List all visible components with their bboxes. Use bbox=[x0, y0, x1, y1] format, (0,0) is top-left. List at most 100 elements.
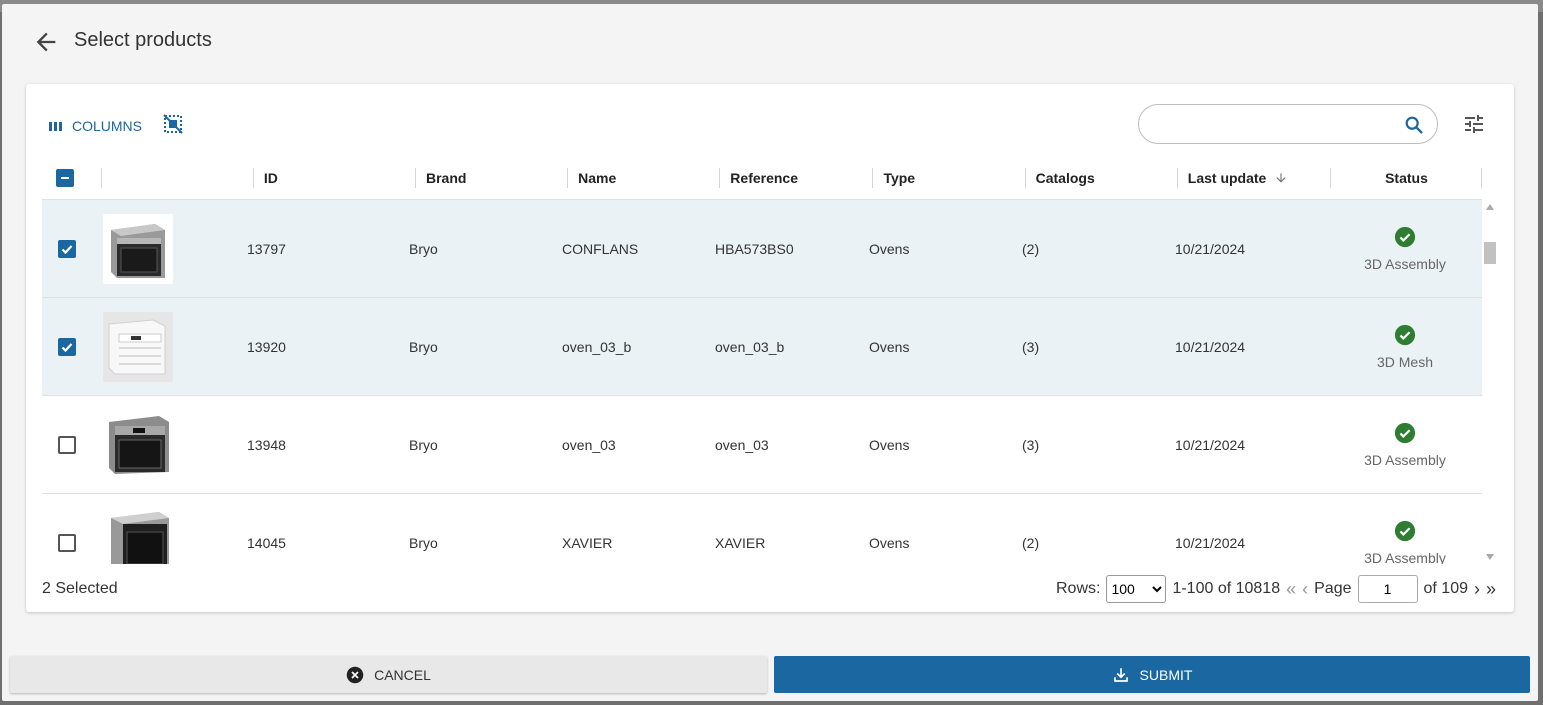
cell-catalogs: (3) bbox=[1022, 298, 1175, 396]
cell-brand: Bryo bbox=[409, 396, 562, 494]
select-products-dialog: Select products COLUMNS ID Brand Name Re… bbox=[2, 4, 1538, 701]
prev-page-icon[interactable]: ‹ bbox=[1302, 579, 1308, 600]
cell-type: Ovens bbox=[869, 298, 1022, 396]
page-total: of 109 bbox=[1423, 580, 1468, 597]
scrollbar-thumb[interactable] bbox=[1484, 242, 1496, 264]
cell-name-text: CONFLANS bbox=[562, 241, 639, 257]
cell-last-update-text: 10/21/2024 bbox=[1175, 241, 1246, 257]
first-page-icon[interactable]: « bbox=[1286, 579, 1296, 600]
cell-last-update: 10/21/2024 bbox=[1175, 494, 1329, 564]
image-column-header bbox=[102, 156, 255, 200]
selected-count: 2 Selected bbox=[42, 580, 118, 597]
table-row[interactable]: 14045 Bryo XAVIER XAVIER Ovens (2) 10/21… bbox=[42, 494, 1482, 564]
table-body: 13797 Bryo CONFLANS HBA573BS0 Ovens (2) … bbox=[42, 200, 1482, 564]
scroll-up-icon[interactable] bbox=[1486, 204, 1494, 210]
scroll-down-icon[interactable] bbox=[1486, 554, 1494, 560]
status-ok-icon bbox=[1394, 422, 1416, 444]
cell-id: 14045 bbox=[247, 494, 409, 564]
cell-brand-text: Bryo bbox=[409, 241, 438, 257]
column-header-id[interactable]: ID bbox=[254, 156, 417, 200]
deselect-all-icon[interactable] bbox=[162, 113, 184, 135]
cell-name: oven_03_b bbox=[562, 298, 715, 396]
cell-id-text: 13920 bbox=[247, 339, 286, 355]
row-select-cell bbox=[42, 494, 102, 564]
table-footer: 2 Selected Rows: 100 1-100 of 10818 « ‹ … bbox=[26, 572, 1514, 608]
cell-name: XAVIER bbox=[562, 494, 715, 564]
cell-last-update-text: 10/21/2024 bbox=[1175, 437, 1246, 453]
table-scrollbar[interactable] bbox=[1482, 200, 1498, 564]
search-icon[interactable] bbox=[1403, 114, 1425, 136]
range-text: 1-100 of 10818 bbox=[1172, 580, 1281, 597]
cell-catalogs-text: (3) bbox=[1022, 339, 1040, 355]
cell-type-text: Ovens bbox=[869, 437, 910, 453]
cell-type: Ovens bbox=[869, 200, 1022, 298]
column-header-catalogs[interactable]: Catalogs bbox=[1026, 156, 1178, 200]
cell-id-text: 13797 bbox=[247, 241, 286, 257]
cell-reference: XAVIER bbox=[715, 494, 869, 564]
status-label: 3D Assembly bbox=[1364, 550, 1446, 564]
cell-catalogs: (2) bbox=[1022, 200, 1175, 298]
cell-type-text: Ovens bbox=[869, 339, 910, 355]
submit-button[interactable]: SUBMIT bbox=[774, 656, 1530, 693]
product-thumbnail-oven-white bbox=[103, 312, 173, 382]
column-header-type[interactable]: Type bbox=[873, 156, 1026, 200]
table-row[interactable]: 13948 Bryo oven_03 oven_03 Ovens (3) 10/… bbox=[42, 396, 1482, 494]
cell-type-text: Ovens bbox=[869, 535, 910, 551]
cell-reference: HBA573BS0 bbox=[715, 200, 869, 298]
row-checkbox[interactable] bbox=[58, 338, 76, 356]
cell-type-text: Ovens bbox=[869, 241, 910, 257]
cell-reference-text: oven_03 bbox=[715, 437, 769, 453]
status-ok-icon bbox=[1394, 226, 1416, 248]
next-page-icon[interactable]: › bbox=[1474, 579, 1480, 600]
cell-brand: Bryo bbox=[409, 298, 562, 396]
search-input[interactable] bbox=[1153, 113, 1393, 135]
columns-button[interactable]: COLUMNS bbox=[48, 115, 142, 137]
product-thumbnail-oven-steel bbox=[103, 214, 173, 284]
row-select-cell bbox=[42, 396, 102, 494]
cancel-label: CANCEL bbox=[374, 666, 431, 683]
column-header-name[interactable]: Name bbox=[568, 156, 721, 200]
cell-brand: Bryo bbox=[409, 494, 562, 564]
cell-status: 3D Assembly bbox=[1329, 200, 1481, 298]
row-checkbox[interactable] bbox=[58, 240, 76, 258]
cell-name-text: oven_03_b bbox=[562, 339, 632, 355]
table-row[interactable]: 13797 Bryo CONFLANS HBA573BS0 Ovens (2) … bbox=[42, 200, 1482, 298]
cell-last-update: 10/21/2024 bbox=[1175, 298, 1329, 396]
last-update-label: Last update bbox=[1187, 170, 1267, 186]
product-thumbnail-oven-dark bbox=[103, 508, 173, 564]
cell-last-update: 10/21/2024 bbox=[1175, 200, 1329, 298]
column-header-reference[interactable]: Reference bbox=[720, 156, 874, 200]
row-checkbox[interactable] bbox=[58, 436, 76, 454]
last-page-icon[interactable]: » bbox=[1486, 579, 1496, 600]
select-all-checkbox[interactable] bbox=[56, 169, 74, 187]
page-label: Page bbox=[1314, 580, 1352, 597]
cell-catalogs: (3) bbox=[1022, 396, 1175, 494]
page-number-input[interactable] bbox=[1357, 575, 1418, 603]
back-arrow-icon[interactable] bbox=[32, 28, 60, 56]
cell-reference-text: XAVIER bbox=[715, 535, 766, 551]
pagination: Rows: 100 1-100 of 10818 « ‹ Page of 109… bbox=[1056, 574, 1496, 604]
products-table-card: COLUMNS ID Brand Name Reference Type Cat… bbox=[26, 84, 1514, 612]
rows-per-page-select[interactable]: 100 bbox=[1106, 575, 1167, 603]
cell-type: Ovens bbox=[869, 396, 1022, 494]
cell-catalogs-text: (2) bbox=[1022, 535, 1040, 551]
cell-last-update: 10/21/2024 bbox=[1175, 396, 1329, 494]
row-checkbox[interactable] bbox=[58, 534, 76, 552]
thumbnail-cell bbox=[102, 396, 247, 494]
cell-name: oven_03 bbox=[562, 396, 715, 494]
table-row[interactable]: 13920 Bryo oven_03_b oven_03_b Ovens (3)… bbox=[42, 298, 1482, 396]
cell-status: 3D Mesh bbox=[1329, 298, 1481, 396]
cell-catalogs-text: (2) bbox=[1022, 241, 1040, 257]
column-header-status[interactable]: Status bbox=[1331, 156, 1483, 200]
status-ok-icon bbox=[1394, 520, 1416, 542]
column-header-brand[interactable]: Brand bbox=[416, 156, 569, 200]
cell-name: CONFLANS bbox=[562, 200, 715, 298]
row-select-cell bbox=[42, 200, 102, 298]
cancel-button[interactable]: CANCEL bbox=[10, 656, 767, 693]
cell-catalogs-text: (3) bbox=[1022, 437, 1040, 453]
column-header-last-update[interactable]: Last update bbox=[1178, 156, 1332, 200]
thumbnail-cell bbox=[102, 200, 247, 298]
submit-label: SUBMIT bbox=[1139, 666, 1193, 683]
status-label: 3D Assembly bbox=[1364, 256, 1446, 272]
filter-settings-icon[interactable] bbox=[1462, 112, 1486, 136]
